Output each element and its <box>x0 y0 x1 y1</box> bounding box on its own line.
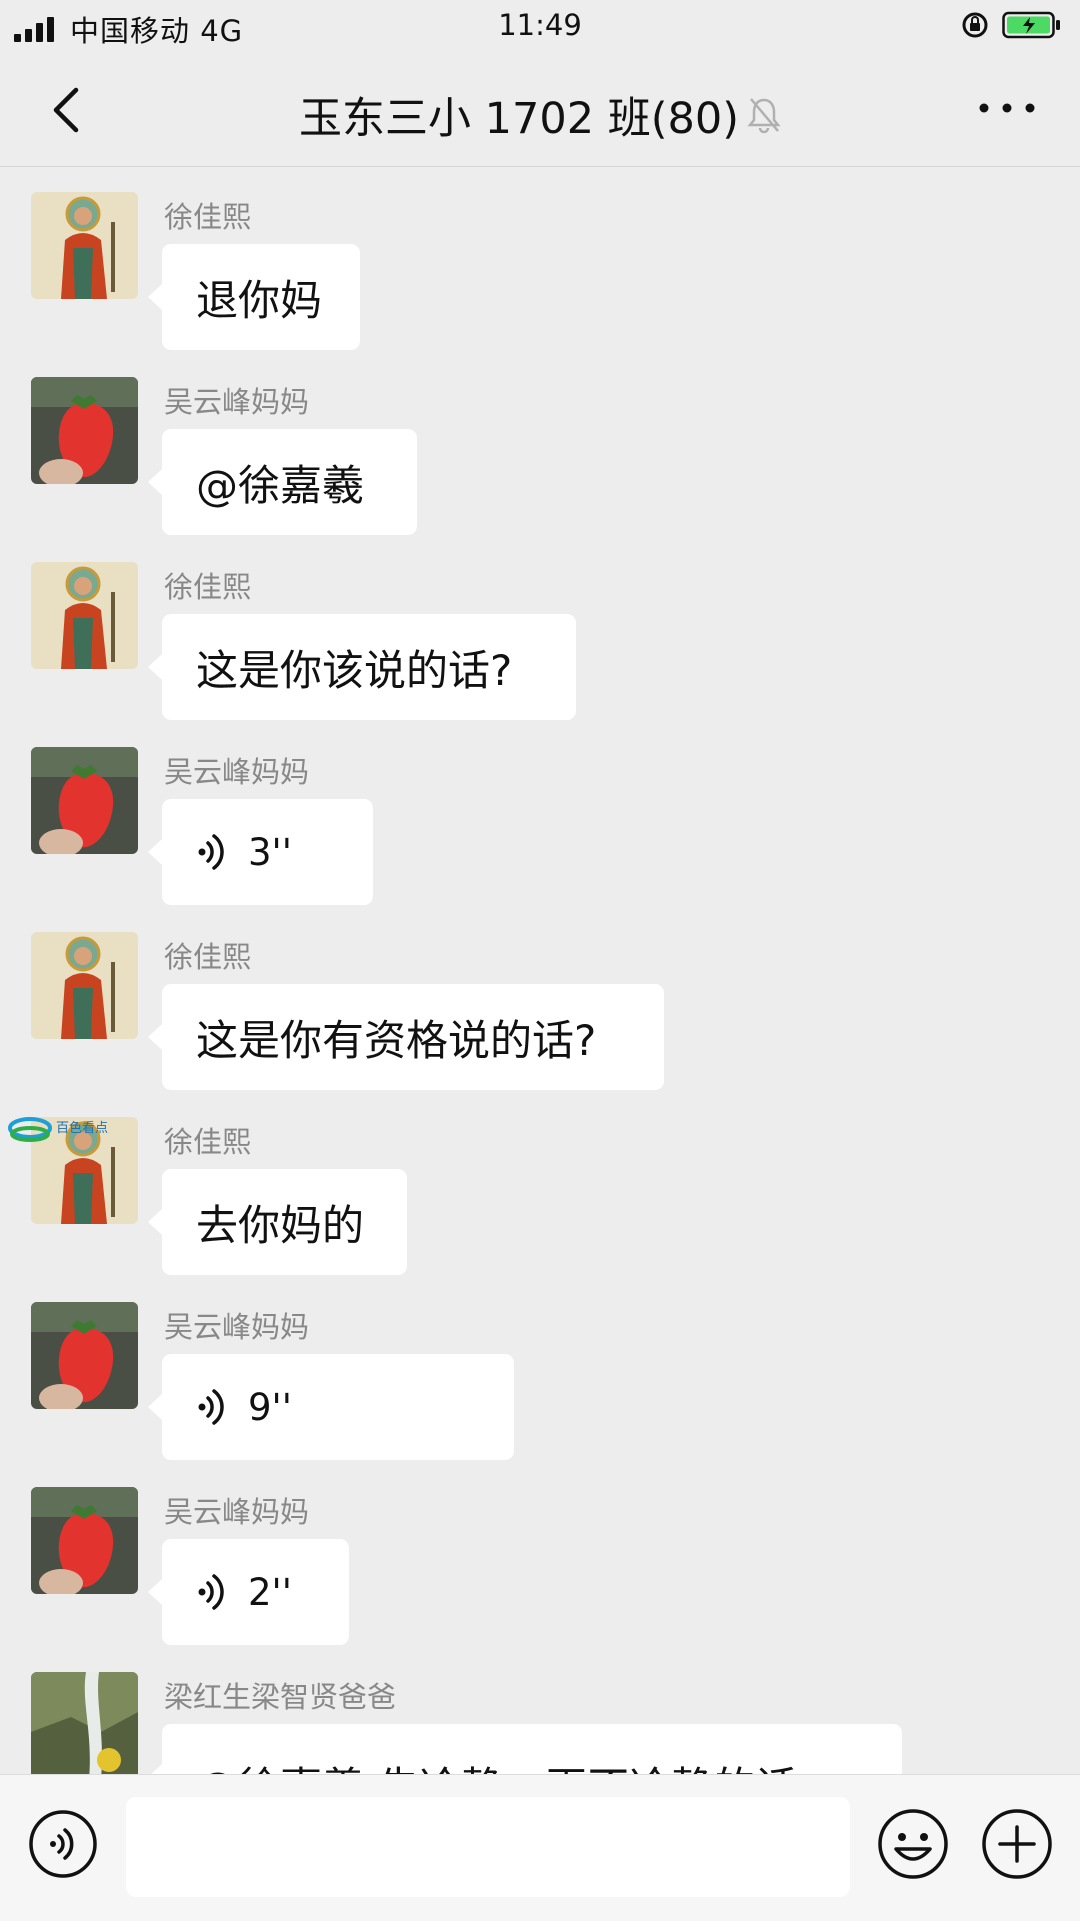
sender-name: 吴云峰妈妈 <box>164 755 310 789</box>
watermark-logo: 百色看点 <box>6 1108 126 1158</box>
chat-title-area: 玉东三小 1702 班(80) <box>0 84 1080 146</box>
voice-message-bubble[interactable]: 3'' <box>148 799 373 905</box>
chat-title: 玉东三小 1702 班(80) <box>298 94 740 144</box>
message-bubble[interactable]: 退你妈 <box>148 244 360 350</box>
chat-header: 玉东三小 1702 班(80) <box>0 52 1080 167</box>
avatar[interactable] <box>31 1487 138 1594</box>
more-options-button[interactable] <box>972 88 1042 128</box>
status-bar: 中国移动 4G 11:49 <box>0 0 1080 52</box>
message-text: 去你妈的 <box>196 1200 365 1250</box>
sender-name: 吴云峰妈妈 <box>164 385 310 419</box>
message-bubble[interactable]: 去你妈的 <box>148 1169 407 1275</box>
status-right <box>960 10 1062 40</box>
message-bubble[interactable]: 这是你该说的话? <box>148 614 576 720</box>
message-text: 这是你该说的话? <box>196 645 513 695</box>
rotation-lock-icon <box>962 12 988 38</box>
sender-name: 徐佳熙 <box>164 200 252 234</box>
battery-icon <box>1002 11 1060 39</box>
avatar[interactable] <box>31 747 138 854</box>
voice-duration: 9'' <box>248 1385 292 1429</box>
message-text: @徐嘉羲 先冷静，再不冷静的话 <box>196 1754 797 1774</box>
sender-name: 吴云峰妈妈 <box>164 1495 310 1529</box>
sender-name: 徐佳熙 <box>164 1125 252 1159</box>
voice-wave-icon <box>198 1389 224 1425</box>
voice-duration: 2'' <box>248 1570 292 1614</box>
voice-wave-icon <box>198 834 224 870</box>
avatar[interactable] <box>31 192 138 299</box>
message-bubble[interactable]: @徐嘉羲 先冷静，再不冷静的话 <box>148 1724 902 1774</box>
sender-name: 吴云峰妈妈 <box>164 1310 310 1344</box>
avatar[interactable] <box>31 562 138 669</box>
status-time: 11:49 <box>498 8 582 42</box>
voice-message-bubble[interactable]: 9'' <box>148 1354 514 1460</box>
avatar[interactable] <box>31 932 138 1039</box>
message-input[interactable] <box>126 1797 850 1897</box>
voice-duration: 3'' <box>248 830 292 874</box>
avatar[interactable] <box>31 1672 138 1774</box>
voice-input-button[interactable] <box>28 1809 98 1879</box>
emoji-button[interactable] <box>876 1807 950 1881</box>
message-text: 这是你有资格说的话? <box>196 1015 597 1065</box>
voice-wave-icon <box>198 1574 224 1610</box>
sender-name: 徐佳熙 <box>164 570 252 604</box>
message-text: @徐嘉羲 <box>196 460 365 510</box>
avatar[interactable] <box>31 1302 138 1409</box>
bell-off-icon <box>747 98 781 134</box>
plus-button[interactable] <box>980 1807 1054 1881</box>
message-bubble[interactable]: 这是你有资格说的话? <box>148 984 664 1090</box>
sender-name: 徐佳熙 <box>164 940 252 974</box>
watermark-text: 百色看点 <box>56 1120 108 1136</box>
avatar[interactable] <box>31 377 138 484</box>
voice-message-bubble[interactable]: 2'' <box>148 1539 349 1645</box>
message-bubble[interactable]: @徐嘉羲 <box>148 429 417 535</box>
sender-name: 梁红生梁智贤爸爸 <box>164 1680 397 1714</box>
message-list[interactable]: 徐佳熙 退你妈 吴云峰妈妈 @徐嘉羲 徐佳熙 这是你该说的话? 吴云峰妈妈 3'… <box>0 166 1080 1774</box>
message-text: 退你妈 <box>196 275 323 325</box>
input-bar <box>0 1774 1080 1921</box>
